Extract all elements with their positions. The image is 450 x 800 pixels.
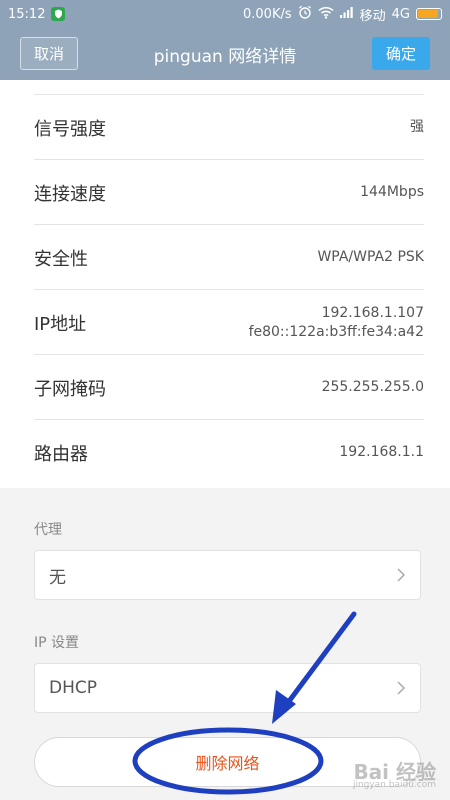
title-bar: 取消 pinguan 网络详情 确定 bbox=[0, 28, 450, 80]
ip-settings-label: IP 设置 bbox=[34, 635, 80, 651]
info-label: 安全性 bbox=[34, 248, 88, 270]
info-value: 强 bbox=[410, 119, 424, 135]
network-type: 4G bbox=[391, 6, 410, 22]
info-label: 信号强度 bbox=[34, 118, 106, 140]
ipv6-address: fe80::122a:b3ff:fe34:a42 bbox=[248, 323, 424, 340]
ipv4-address: 192.168.1.107 bbox=[321, 304, 424, 321]
network-speed: 0.00K/s bbox=[243, 6, 292, 22]
info-row-signal-strength: 信号强度 强 bbox=[0, 95, 450, 160]
status-left: 15:12 bbox=[8, 6, 66, 22]
info-row-security: 安全性 WPA/WPA2 PSK bbox=[0, 225, 450, 290]
delete-network-label: 删除网络 bbox=[195, 754, 260, 773]
signal-icon bbox=[339, 6, 354, 22]
info-value: 192.168.1.107 fe80::122a:b3ff:fe34:a42 bbox=[249, 304, 424, 342]
ip-settings-value: DHCP bbox=[49, 678, 97, 698]
info-value: WPA/WPA2 PSK bbox=[317, 249, 424, 265]
info-label: IP地址 bbox=[34, 313, 87, 335]
alarm-icon bbox=[298, 5, 312, 23]
proxy-select[interactable]: 无 bbox=[34, 550, 421, 600]
info-value: 255.255.255.0 bbox=[321, 379, 424, 395]
carrier-name: 移动 bbox=[359, 8, 386, 24]
ip-settings-select[interactable]: DHCP bbox=[34, 663, 421, 713]
info-label: 路由器 bbox=[34, 443, 88, 465]
info-value: 192.168.1.1 bbox=[339, 444, 424, 460]
cancel-button[interactable]: 取消 bbox=[20, 37, 78, 70]
chevron-right-icon bbox=[396, 567, 406, 583]
status-right: 0.00K/s 移动 4G bbox=[243, 5, 442, 24]
page-title: pinguan 网络详情 bbox=[153, 46, 297, 67]
proxy-label: 代理 bbox=[34, 522, 62, 538]
status-time: 15:12 bbox=[8, 6, 46, 22]
info-row-link-speed: 连接速度 144Mbps bbox=[0, 160, 450, 225]
watermark-sub: jingyan.baidu.com bbox=[352, 780, 436, 790]
info-label: 子网掩码 bbox=[34, 378, 106, 400]
network-info-list: 信号强度 强 连接速度 144Mbps 安全性 WPA/WPA2 PSK IP地… bbox=[0, 80, 450, 488]
proxy-value: 无 bbox=[49, 567, 66, 588]
info-row-router: 路由器 192.168.1.1 bbox=[0, 420, 450, 485]
info-row-subnet-mask: 子网掩码 255.255.255.0 bbox=[0, 355, 450, 420]
security-shield-icon bbox=[51, 7, 66, 21]
info-row-ip-address: IP地址 192.168.1.107 fe80::122a:b3ff:fe34:… bbox=[0, 290, 450, 355]
info-value: 144Mbps bbox=[360, 184, 424, 200]
wifi-icon bbox=[318, 6, 334, 23]
chevron-right-icon bbox=[396, 680, 406, 696]
status-bar: 15:12 0.00K/s 移动 4G bbox=[0, 0, 450, 28]
confirm-button[interactable]: 确定 bbox=[372, 37, 430, 70]
battery-icon bbox=[416, 8, 442, 20]
info-label: 连接速度 bbox=[34, 183, 106, 205]
screen: 15:12 0.00K/s 移动 4G 取消 pinguan 网络详情 确定 信… bbox=[0, 0, 450, 800]
